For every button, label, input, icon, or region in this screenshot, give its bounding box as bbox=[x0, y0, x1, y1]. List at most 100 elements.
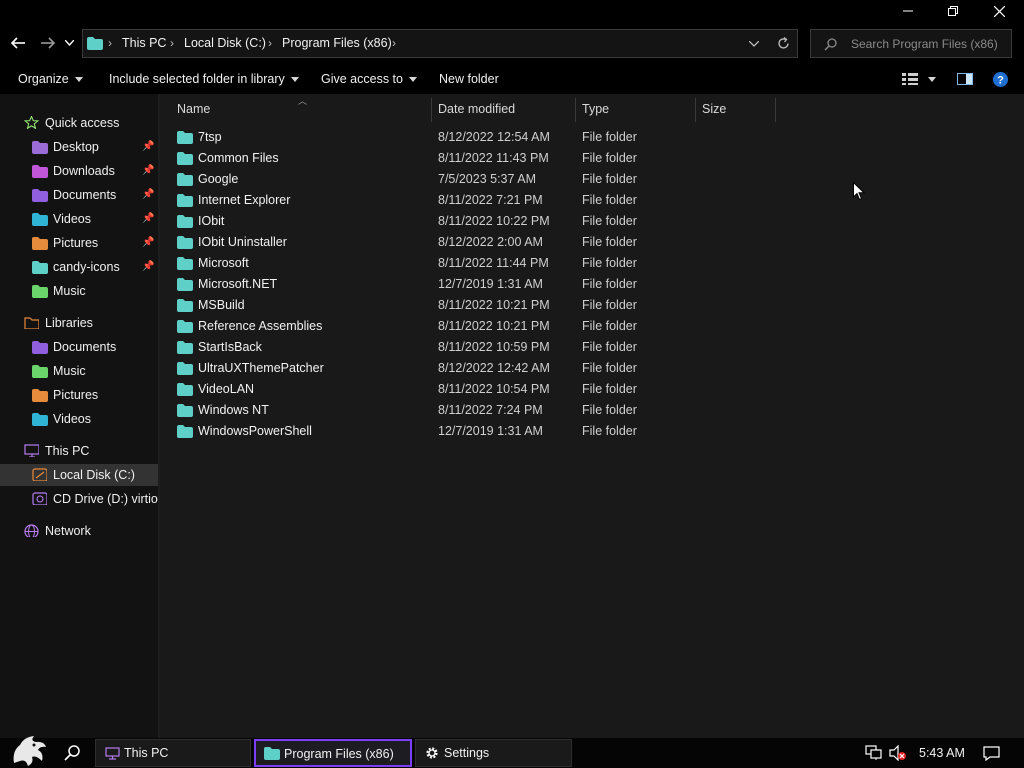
preview-pane-icon[interactable] bbox=[957, 73, 973, 85]
column-resize-handle[interactable] bbox=[695, 98, 696, 122]
file-row[interactable]: Google 7/5/2023 5:37 AM File folder bbox=[160, 169, 1024, 190]
pin-icon[interactable]: 📌 bbox=[142, 213, 154, 224]
videos-folder-icon bbox=[32, 413, 48, 426]
column-resize-handle[interactable] bbox=[431, 98, 432, 122]
taskbar-item-this-pc[interactable]: This PC bbox=[95, 739, 251, 767]
column-resize-handle[interactable] bbox=[775, 98, 776, 122]
folder-icon bbox=[177, 425, 193, 438]
system-clock[interactable]: 5:43 AM bbox=[919, 746, 965, 760]
sidebar-item-videos[interactable]: Videos 📌 bbox=[0, 208, 158, 230]
file-row[interactable]: Common Files 8/11/2022 11:43 PM File folde… bbox=[160, 148, 1024, 169]
pin-icon[interactable]: 📌 bbox=[142, 261, 154, 272]
cd-drive-icon bbox=[32, 492, 47, 505]
sidebar-item-documents[interactable]: Documents 📌 bbox=[0, 184, 158, 206]
pin-icon[interactable]: 📌 bbox=[142, 189, 154, 200]
sidebar-item-network[interactable]: Network bbox=[0, 520, 158, 542]
include-in-library-menu[interactable]: Include selected folder in library bbox=[109, 72, 299, 86]
sidebar-item-libraries[interactable]: Libraries bbox=[0, 312, 158, 334]
breadcrumb-this-pc[interactable]: This PC bbox=[122, 36, 166, 50]
back-button[interactable] bbox=[8, 33, 28, 53]
search-icon[interactable] bbox=[64, 745, 80, 761]
file-row[interactable]: Reference Assemblies 8/11/2022 10:21 PM Fi… bbox=[160, 316, 1024, 337]
sidebar-item-candy-icons[interactable]: candy-icons 📌 bbox=[0, 256, 158, 278]
sidebar-item-library-music[interactable]: Music bbox=[0, 360, 158, 382]
volume-muted-icon[interactable] bbox=[889, 745, 907, 761]
sidebar-item-pictures[interactable]: Pictures 📌 bbox=[0, 232, 158, 254]
sidebar-item-downloads[interactable]: Downloads 📌 bbox=[0, 160, 158, 182]
folder-icon bbox=[177, 257, 193, 270]
refresh-icon[interactable] bbox=[777, 37, 790, 50]
file-name: Microsoft.NET bbox=[198, 277, 278, 291]
address-dropdown-icon[interactable] bbox=[749, 41, 759, 47]
breadcrumb-program-files[interactable]: Program Files (x86) bbox=[282, 36, 392, 50]
file-row[interactable]: UltraUXThemePatcher 8/12/2022 12:42 AM Fil… bbox=[160, 358, 1024, 379]
file-row[interactable]: IObit 8/11/2022 10:22 PM File folder bbox=[160, 211, 1024, 232]
desktop-folder-icon bbox=[32, 141, 48, 154]
documents-folder-icon bbox=[32, 189, 48, 202]
sidebar-item-desktop[interactable]: Desktop 📌 bbox=[0, 136, 158, 158]
folder-icon bbox=[177, 404, 193, 417]
file-row[interactable]: StartIsBack 8/11/2022 10:59 PM File folder bbox=[160, 337, 1024, 358]
close-button[interactable] bbox=[976, 0, 1022, 22]
sidebar-item-library-pictures[interactable]: Pictures bbox=[0, 384, 158, 406]
taskbar-item-program-files[interactable]: Program Files (x86) bbox=[254, 739, 412, 767]
file-type: File folder bbox=[582, 277, 637, 291]
minimize-button[interactable] bbox=[885, 0, 931, 22]
new-folder-button[interactable]: New folder bbox=[439, 72, 499, 86]
help-icon[interactable]: ? bbox=[993, 72, 1008, 87]
give-access-menu[interactable]: Give access to bbox=[321, 72, 417, 86]
column-header-type[interactable]: Type bbox=[582, 102, 609, 116]
file-row[interactable]: Microsoft 8/11/2022 11:44 PM File folder bbox=[160, 253, 1024, 274]
sidebar-item-label: Pictures bbox=[53, 236, 99, 250]
sidebar-item-library-documents[interactable]: Documents bbox=[0, 336, 158, 358]
forward-arrow-icon bbox=[41, 37, 55, 49]
sidebar-item-music[interactable]: Music bbox=[0, 280, 158, 302]
file-row[interactable]: Microsoft.NET 12/7/2019 1:31 AM File folde… bbox=[160, 274, 1024, 295]
column-header-size[interactable]: Size bbox=[702, 102, 726, 116]
navigation-pane: Quick access Desktop 📌 Downloads 📌 Documents… bbox=[0, 94, 162, 738]
restore-button[interactable] bbox=[930, 0, 976, 22]
file-name: MSBuild bbox=[198, 298, 245, 312]
notifications-icon[interactable] bbox=[983, 746, 1000, 761]
file-row[interactable]: MSBuild 8/11/2022 10:21 PM File folder bbox=[160, 295, 1024, 316]
taskbar-item-label: Program Files (x86) bbox=[284, 747, 394, 761]
file-row[interactable]: Windows NT 8/11/2022 7:24 PM File folder bbox=[160, 400, 1024, 421]
organize-menu[interactable]: Organize bbox=[18, 72, 83, 86]
svg-text:?: ? bbox=[997, 75, 1004, 87]
command-bar: Organize Include selected folder in libr… bbox=[0, 64, 1024, 94]
view-options-caret-icon[interactable] bbox=[928, 77, 936, 82]
file-row[interactable]: VideoLAN 8/11/2022 10:54 PM File folder bbox=[160, 379, 1024, 400]
network-status-icon[interactable] bbox=[865, 745, 883, 761]
address-row: › This PC › Local Disk (C:) › Program Fi… bbox=[0, 22, 1024, 64]
breadcrumb-local-disk[interactable]: Local Disk (C:) bbox=[184, 36, 266, 50]
address-bar[interactable]: › This PC › Local Disk (C:) › Program Fi… bbox=[82, 29, 798, 58]
file-row[interactable]: 7tsp 8/12/2022 12:54 AM File folder bbox=[160, 127, 1024, 148]
give-access-label: Give access to bbox=[321, 72, 403, 86]
file-row[interactable]: WindowsPowerShell 12/7/2019 1:31 AM File f… bbox=[160, 421, 1024, 442]
recent-locations-button[interactable] bbox=[62, 33, 76, 53]
pin-icon[interactable]: 📌 bbox=[142, 237, 154, 248]
dragon-start-icon[interactable] bbox=[8, 733, 48, 767]
forward-button[interactable] bbox=[38, 33, 58, 53]
sidebar-item-quick-access[interactable]: Quick access bbox=[0, 112, 158, 134]
column-header-date-modified[interactable]: Date modified bbox=[438, 102, 515, 116]
pin-icon[interactable]: 📌 bbox=[142, 165, 154, 176]
sidebar-item-cd-drive[interactable]: CD Drive (D:) virtio- bbox=[0, 488, 162, 510]
organize-label: Organize bbox=[18, 72, 69, 86]
column-resize-handle[interactable] bbox=[575, 98, 576, 122]
taskbar-item-settings[interactable]: Settings bbox=[415, 739, 572, 767]
libraries-icon bbox=[24, 317, 39, 329]
file-row[interactable]: Internet Explorer 8/11/2022 7:21 PM File f… bbox=[160, 190, 1024, 211]
column-header-name[interactable]: Name bbox=[177, 102, 210, 116]
file-name: StartIsBack bbox=[198, 340, 262, 354]
change-view-icon[interactable] bbox=[902, 73, 918, 85]
sidebar-item-this-pc[interactable]: This PC bbox=[0, 440, 158, 462]
file-date-modified: 8/12/2022 12:42 AM bbox=[438, 361, 550, 375]
caret-down-icon bbox=[290, 76, 299, 82]
search-input[interactable]: Search Program Files (x86) bbox=[810, 29, 1012, 58]
sidebar-item-local-disk[interactable]: Local Disk (C:) bbox=[0, 464, 158, 486]
pin-icon[interactable]: 📌 bbox=[142, 141, 154, 152]
file-name: IObit bbox=[198, 214, 225, 228]
file-row[interactable]: IObit Uninstaller 8/12/2022 2:00 AM File f… bbox=[160, 232, 1024, 253]
sidebar-item-library-videos[interactable]: Videos bbox=[0, 408, 158, 430]
